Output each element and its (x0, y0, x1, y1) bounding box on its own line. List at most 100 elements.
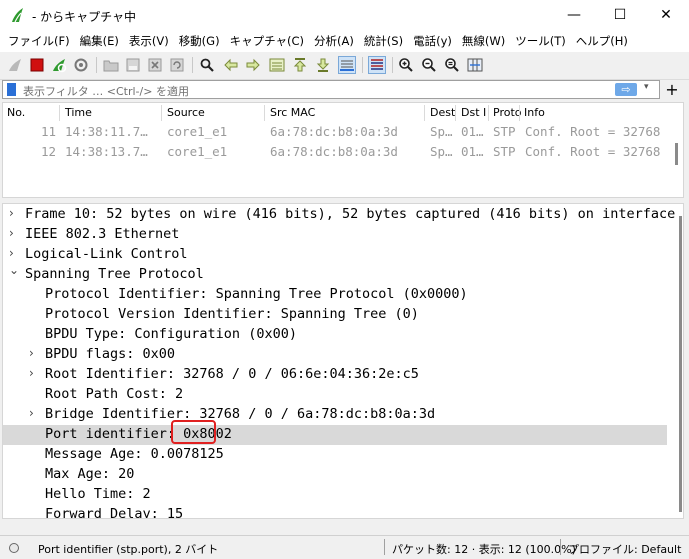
packet-list: No. Time Source Src MAC Dest Dst I Proto… (2, 102, 684, 198)
packet-dst-i: 01… (461, 144, 484, 159)
add-filter-button[interactable]: + (662, 80, 682, 99)
autoscroll-icon[interactable] (338, 56, 356, 74)
menu-capture[interactable]: キャプチャ(C) (225, 33, 309, 49)
packet-list-scrollbar[interactable] (675, 143, 678, 165)
wireshark-fin-icon (12, 8, 23, 23)
packet-info: Conf. Root = 32768 (525, 144, 661, 159)
expert-info-icon[interactable] (8, 542, 20, 554)
reload-file-icon[interactable] (168, 56, 186, 74)
bookmark-icon[interactable] (7, 83, 16, 96)
menu-help[interactable]: ヘルプ(H) (571, 33, 633, 49)
column-header-src-mac[interactable]: Src MAC (270, 106, 315, 119)
tree-item-llc[interactable]: › Logical-Link Control (3, 245, 667, 265)
column-header-time[interactable]: Time (65, 106, 92, 119)
menu-statistics[interactable]: 統計(S) (359, 33, 408, 49)
find-packet-icon[interactable] (198, 56, 216, 74)
expand-arrow-icon[interactable]: › (9, 226, 14, 240)
expand-arrow-icon[interactable]: › (29, 406, 34, 420)
tree-item-hello-time[interactable]: Hello Time: 2 (3, 485, 667, 505)
tree-item-message-age[interactable]: Message Age: 0.0078125 (3, 445, 667, 465)
expand-arrow-icon[interactable]: › (29, 346, 34, 360)
packet-proto: STP (493, 144, 516, 159)
resize-columns-icon[interactable] (466, 56, 484, 74)
window-title: - からキャプチャ中 (32, 10, 137, 24)
menu-view[interactable]: 表示(V) (124, 33, 174, 49)
tree-item-frame[interactable]: › Frame 10: 52 bytes on wire (416 bits),… (3, 205, 675, 225)
tree-item-label: Frame 10: 52 bytes on wire (416 bits), 5… (25, 206, 676, 222)
column-header-source[interactable]: Source (167, 106, 205, 119)
menu-edit[interactable]: 編集(E) (75, 33, 124, 49)
first-packet-icon[interactable] (291, 56, 309, 74)
title-bar: - からキャプチャ中 — ☐ ✕ (0, 0, 689, 30)
menu-bar: ファイル(F) 編集(E) 表示(V) 移動(G) キャプチャ(C) 分析(A)… (0, 30, 689, 52)
tree-item-label: Max Age: 20 (45, 466, 135, 482)
packet-time: 14:38:13.7… (65, 144, 148, 159)
tree-item-label: Hello Time: 2 (45, 486, 151, 502)
last-packet-icon[interactable] (314, 56, 332, 74)
tree-item-protocol-identifier[interactable]: Protocol Identifier: Spanning Tree Proto… (3, 285, 667, 305)
zoom-out-icon[interactable] (420, 56, 438, 74)
apply-filter-arrow-icon[interactable]: ⇨ (615, 83, 637, 96)
menu-telephony[interactable]: 電話(y) (408, 33, 457, 49)
column-header-dest[interactable]: Dest (430, 106, 455, 119)
tree-item-bpdu-flags[interactable]: › BPDU flags: 0x00 (3, 345, 667, 365)
tree-item-bpdu-type[interactable]: BPDU Type: Configuration (0x00) (3, 325, 667, 345)
tree-item-max-age[interactable]: Max Age: 20 (3, 465, 667, 485)
minimize-button[interactable]: — (551, 0, 597, 30)
collapse-arrow-icon[interactable]: ⌄ (9, 263, 19, 277)
packet-row[interactable]: 11 14:38:11.7… core1_e1 6a:78:dc:b8:0a:3… (3, 122, 671, 142)
tree-item-label: Forward Delay: 15 (45, 506, 184, 519)
go-forward-icon[interactable] (244, 56, 262, 74)
close-button[interactable]: ✕ (643, 0, 689, 30)
tree-item-port-identifier[interactable]: Port identifier: 0x8002 (3, 425, 667, 445)
zoom-reset-icon[interactable] (443, 56, 461, 74)
menu-wireless[interactable]: 無線(W) (457, 33, 510, 49)
menu-analyze[interactable]: 分析(A) (309, 33, 359, 49)
menu-go[interactable]: 移動(G) (174, 33, 225, 49)
tree-item-protocol-version[interactable]: Protocol Version Identifier: Spanning Tr… (3, 305, 667, 325)
packet-dest: Sp… (430, 144, 453, 159)
packet-info: Conf. Root = 32768 (525, 124, 661, 139)
column-header-dst-i[interactable]: Dst I (461, 106, 486, 119)
packet-src-mac: 6a:78:dc:b8:0a:3d (270, 124, 398, 139)
expand-arrow-icon[interactable]: › (29, 366, 34, 380)
expand-arrow-icon[interactable]: › (9, 246, 14, 260)
display-filter-bar: 表示フィルタ … <Ctrl-/> を適用 ⇨ ▾ (2, 80, 660, 99)
column-header-proto[interactable]: Proto (493, 106, 522, 119)
tree-item-label: BPDU flags: 0x00 (45, 346, 176, 362)
close-file-icon[interactable] (146, 56, 164, 74)
start-capture-icon[interactable] (6, 56, 24, 74)
expand-arrow-icon[interactable]: › (9, 206, 14, 220)
filter-dropdown-icon[interactable]: ▾ (644, 82, 649, 92)
tree-item-root-path-cost[interactable]: Root Path Cost: 2 (3, 385, 667, 405)
go-to-packet-icon[interactable] (268, 56, 286, 74)
tree-item-label: Logical-Link Control (25, 246, 188, 262)
tree-item-forward-delay[interactable]: Forward Delay: 15 (3, 505, 667, 519)
maximize-button[interactable]: ☐ (597, 0, 643, 30)
tree-item-stp[interactable]: ⌄ Spanning Tree Protocol (3, 263, 667, 285)
column-header-no[interactable]: No. (7, 106, 25, 119)
display-filter-input[interactable]: 表示フィルタ … <Ctrl-/> を適用 (23, 83, 189, 99)
packet-time: 14:38:11.7… (65, 124, 148, 139)
open-file-icon[interactable] (102, 56, 120, 74)
status-bar: Port identifier (stp.port), 2 バイト パケット数:… (0, 535, 689, 559)
menu-file[interactable]: ファイル(F) (3, 33, 75, 49)
main-toolbar (0, 52, 689, 80)
tree-item-bridge-identifier[interactable]: › Bridge Identifier: 32768 / 0 / 6a:78:d… (3, 405, 667, 425)
capture-options-icon[interactable] (72, 56, 90, 74)
save-file-icon[interactable] (124, 56, 142, 74)
packet-row[interactable]: 12 14:38:13.7… core1_e1 6a:78:dc:b8:0a:3… (3, 142, 671, 162)
tree-item-label: Protocol Identifier: Spanning Tree Proto… (45, 286, 468, 302)
zoom-in-icon[interactable] (397, 56, 415, 74)
status-profile[interactable]: プロファイル: Default (568, 541, 681, 557)
details-scrollbar[interactable] (679, 216, 682, 512)
colorize-icon[interactable] (368, 56, 386, 74)
go-back-icon[interactable] (222, 56, 240, 74)
menu-tools[interactable]: ツール(T) (510, 33, 571, 49)
stop-capture-icon[interactable] (28, 56, 46, 74)
tree-item-label: Protocol Version Identifier: Spanning Tr… (45, 306, 419, 322)
restart-capture-icon[interactable] (50, 56, 68, 74)
tree-item-root-identifier[interactable]: › Root Identifier: 32768 / 0 / 06:6e:04:… (3, 365, 667, 385)
column-header-info[interactable]: Info (524, 106, 545, 119)
tree-item-ethernet[interactable]: › IEEE 802.3 Ethernet (3, 225, 667, 245)
